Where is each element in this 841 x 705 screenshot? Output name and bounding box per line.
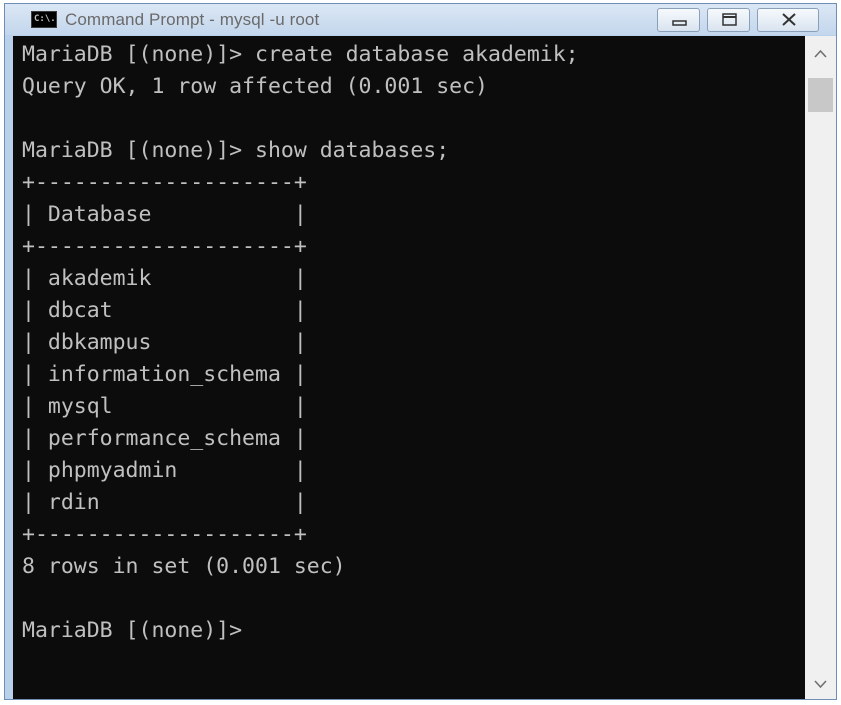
title-bar[interactable]: C:\. Command Prompt - mysql -u root	[5, 4, 836, 35]
terminal-line: +--------------------+	[22, 522, 307, 547]
terminal-line: +--------------------+	[22, 170, 307, 195]
terminal-line: | Database |	[22, 202, 307, 227]
terminal-line: MariaDB [(none)]> create database akadem…	[22, 42, 579, 67]
terminal-line: | performance_schema |	[22, 426, 307, 451]
terminal-line: +--------------------+	[22, 234, 307, 259]
window-title: Command Prompt - mysql -u root	[65, 10, 320, 29]
chevron-up-icon	[814, 49, 827, 58]
minimize-button[interactable]	[657, 8, 700, 32]
minimize-icon	[672, 20, 687, 26]
terminal-line: | mysql |	[22, 394, 307, 419]
close-icon	[782, 13, 796, 26]
scroll-down-button[interactable]	[805, 671, 836, 697]
maximize-icon	[722, 13, 737, 26]
vertical-scrollbar[interactable]	[805, 36, 836, 699]
command-prompt-icon[interactable]: C:\.	[31, 11, 57, 28]
terminal-output[interactable]: MariaDB [(none)]> create database akadem…	[13, 36, 805, 699]
scrollbar-thumb[interactable]	[808, 78, 833, 112]
terminal-line: | phpmyadmin |	[22, 458, 307, 483]
terminal-line: MariaDB [(none)]> show databases;	[22, 138, 450, 163]
close-button[interactable]	[757, 8, 819, 32]
terminal-line: MariaDB [(none)]>	[22, 618, 243, 643]
maximize-button[interactable]	[707, 8, 750, 32]
terminal-line: Query OK, 1 row affected (0.001 sec)	[22, 74, 488, 99]
scroll-up-button[interactable]	[805, 40, 836, 66]
terminal-line: | rdin |	[22, 490, 307, 515]
terminal-line: 8 rows in set (0.001 sec)	[22, 554, 346, 579]
console-window: C:\. Command Prompt - mysql -u root Mari…	[4, 3, 837, 700]
terminal-line: | dbcat |	[22, 298, 307, 323]
terminal-line: | dbkampus |	[22, 330, 307, 355]
command-prompt-icon-text: C:\.	[34, 14, 56, 24]
terminal-line: | information_schema |	[22, 362, 307, 387]
terminal-line: | akademik |	[22, 266, 307, 291]
chevron-down-icon	[814, 680, 827, 689]
